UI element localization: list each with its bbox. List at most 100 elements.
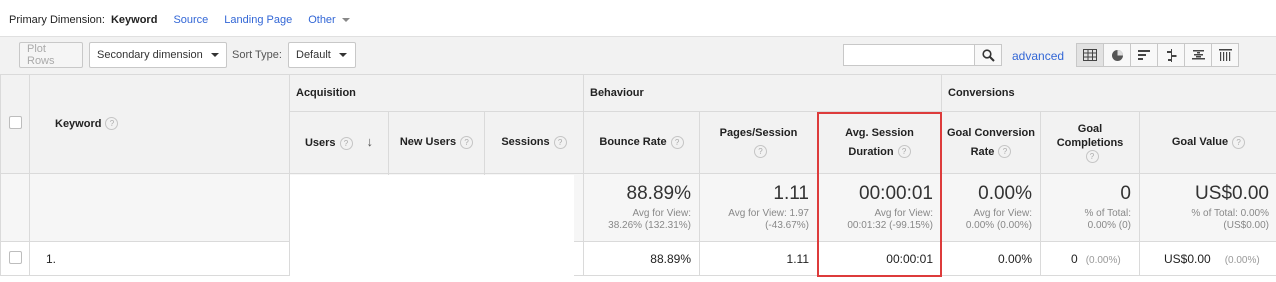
new-users-header[interactable]: New Users?: [388, 111, 485, 174]
row-checkbox[interactable]: [8, 250, 22, 264]
table-search-input[interactable]: [843, 44, 975, 66]
pages-session-header-label: Pages/Session: [719, 126, 798, 139]
total-sub: 00:01:32 (-99.15%): [847, 220, 933, 231]
bounce-rate-header[interactable]: Bounce Rate?: [583, 111, 700, 174]
totals-goal-value-cell: US$0.00 % of Total: 0.00% (US$0.00): [1139, 173, 1276, 242]
total-value: 00:00:01: [859, 183, 933, 204]
row-bounce-rate-cell: 88.89%: [583, 241, 700, 276]
grid-icon: [1083, 49, 1097, 61]
help-icon[interactable]: ?: [670, 135, 684, 149]
sort-type-label: Sort Type:: [232, 49, 282, 61]
keyword-header-label: Keyword: [55, 117, 102, 130]
bounce-rate-header-label: Bounce Rate: [599, 136, 667, 148]
help-icon[interactable]: ?: [754, 145, 767, 159]
performance-view-button[interactable]: [1130, 43, 1158, 67]
row-goal-comp-value: 0: [1071, 251, 1078, 266]
pivot-view-button[interactable]: [1211, 43, 1239, 67]
sort-type-value: Default: [296, 49, 331, 61]
dimension-other-dropdown[interactable]: Other: [308, 14, 350, 26]
total-sub: Avg for View:: [632, 208, 691, 219]
select-all-checkbox[interactable]: [8, 116, 22, 129]
total-value: 0: [1120, 183, 1131, 204]
pages-session-header[interactable]: Pages/Session?: [699, 111, 818, 174]
dimension-other-label: Other: [308, 14, 336, 26]
help-icon[interactable]: ?: [998, 145, 1012, 159]
chevron-down-icon: [338, 53, 347, 57]
term-cloud-view-button[interactable]: [1184, 43, 1212, 67]
totals-pages-session-cell: 1.11 Avg for View: 1.97 (-43.67%): [699, 173, 818, 242]
help-icon[interactable]: ?: [105, 117, 119, 131]
totals-row: 88.89% Avg for View: 38.26% (132.31%) 1.…: [0, 173, 1276, 242]
users-header[interactable]: Users? ↓: [289, 111, 389, 174]
totals-bounce-rate-cell: 88.89% Avg for View: 38.26% (132.31%): [583, 173, 700, 242]
goal-completions-header[interactable]: Goal Completions?: [1040, 111, 1140, 174]
chevron-down-icon: [210, 53, 219, 57]
totals-keyword-cell: [29, 173, 290, 242]
help-icon[interactable]: ?: [339, 136, 353, 150]
users-header-label: Users: [304, 137, 336, 149]
acquisition-group-header: Acquisition: [289, 74, 584, 112]
plot-rows-button[interactable]: Plot Rows: [19, 42, 83, 68]
dimension-keyword[interactable]: Keyword: [111, 14, 157, 26]
sessions-header[interactable]: Sessions?: [484, 111, 584, 174]
secondary-dimension-label: Secondary dimension: [97, 49, 203, 61]
table-toolbar: Plot Rows Secondary dimension Sort Type:…: [0, 36, 1276, 75]
dimension-source-link[interactable]: Source: [173, 14, 208, 26]
total-sub: (US$0.00): [1223, 220, 1269, 231]
redacted-area: [290, 175, 574, 276]
row-index: 1.: [46, 251, 57, 266]
bar-chart-icon: [1137, 50, 1150, 60]
total-sub: 0.00% (0.00%): [965, 220, 1032, 231]
behaviour-group-header: Behaviour: [583, 74, 942, 112]
totals-goal-comp-cell: 0 % of Total: 0.00% (0): [1040, 173, 1140, 242]
total-sub: (-43.67%): [765, 220, 809, 231]
avg-session-header-line1: Avg. Session: [845, 126, 914, 139]
chevron-down-icon: [341, 18, 350, 22]
table-view-button[interactable]: [1076, 43, 1104, 67]
total-sub: Avg for View:: [874, 208, 933, 219]
sort-descending-icon: ↓: [366, 134, 374, 149]
total-value: US$0.00: [1195, 183, 1269, 204]
help-icon[interactable]: ?: [460, 135, 474, 149]
help-icon[interactable]: ?: [1232, 135, 1246, 149]
goal-comp-header-line2: Completions: [1056, 136, 1124, 149]
primary-dimension-label: Primary Dimension:: [9, 14, 105, 26]
total-sub: % of Total:: [1084, 208, 1131, 219]
advanced-filter-link[interactable]: advanced: [1012, 49, 1064, 63]
secondary-dimension-select[interactable]: Secondary dimension: [89, 42, 227, 68]
avg-session-duration-header[interactable]: Avg. Session Duration?: [817, 111, 942, 174]
comparison-view-button[interactable]: [1157, 43, 1185, 67]
term-cloud-icon: [1191, 50, 1205, 60]
comparison-icon: [1166, 48, 1176, 62]
help-icon[interactable]: ?: [1085, 150, 1099, 164]
help-icon[interactable]: ?: [897, 145, 911, 159]
search-icon: [981, 48, 995, 62]
pivot-icon: [1218, 49, 1232, 61]
search-button[interactable]: [974, 44, 1002, 66]
row-goal-value: US$0.00: [1164, 251, 1211, 266]
row-select-cell: [0, 241, 30, 276]
dimension-landing-page-link[interactable]: Landing Page: [224, 14, 292, 26]
view-switcher: [1076, 43, 1239, 67]
total-sub: % of Total: 0.00%: [1191, 208, 1269, 219]
total-value: 88.89%: [626, 183, 691, 204]
report-table: Keyword? Acquisition Behaviour Conversio…: [0, 74, 1276, 276]
row-pages-session-cell: 1.11: [699, 241, 818, 276]
goal-conversion-rate-header[interactable]: Goal Conversion Rate?: [941, 111, 1041, 174]
totals-avg-session-cell: 00:00:01 Avg for View: 00:01:32 (-99.15%…: [817, 173, 942, 242]
keyword-header[interactable]: Keyword?: [29, 74, 290, 174]
total-sub: Avg for View: 1.97: [728, 208, 809, 219]
pie-view-button[interactable]: [1103, 43, 1131, 67]
table-row: 1. 88.89% 1.11 00:00:01 0.00% 0 (0.00%) U…: [0, 241, 1276, 276]
conversions-group-header: Conversions: [941, 74, 1276, 112]
total-value: 1.11: [773, 183, 809, 204]
sort-type-select[interactable]: Default: [288, 42, 356, 68]
goal-comp-header-line1: Goal: [1077, 122, 1103, 135]
avg-session-header-line2: Duration: [848, 145, 894, 158]
help-icon[interactable]: ?: [553, 135, 567, 149]
goal-value-header-label: Goal Value: [1171, 136, 1229, 148]
goal-value-header[interactable]: Goal Value?: [1139, 111, 1276, 174]
row-goal-value-cell: US$0.00 (0.00%): [1139, 241, 1276, 276]
row-avg-session-cell: 00:00:01: [817, 241, 942, 276]
total-sub: 38.26% (132.31%): [608, 220, 691, 231]
